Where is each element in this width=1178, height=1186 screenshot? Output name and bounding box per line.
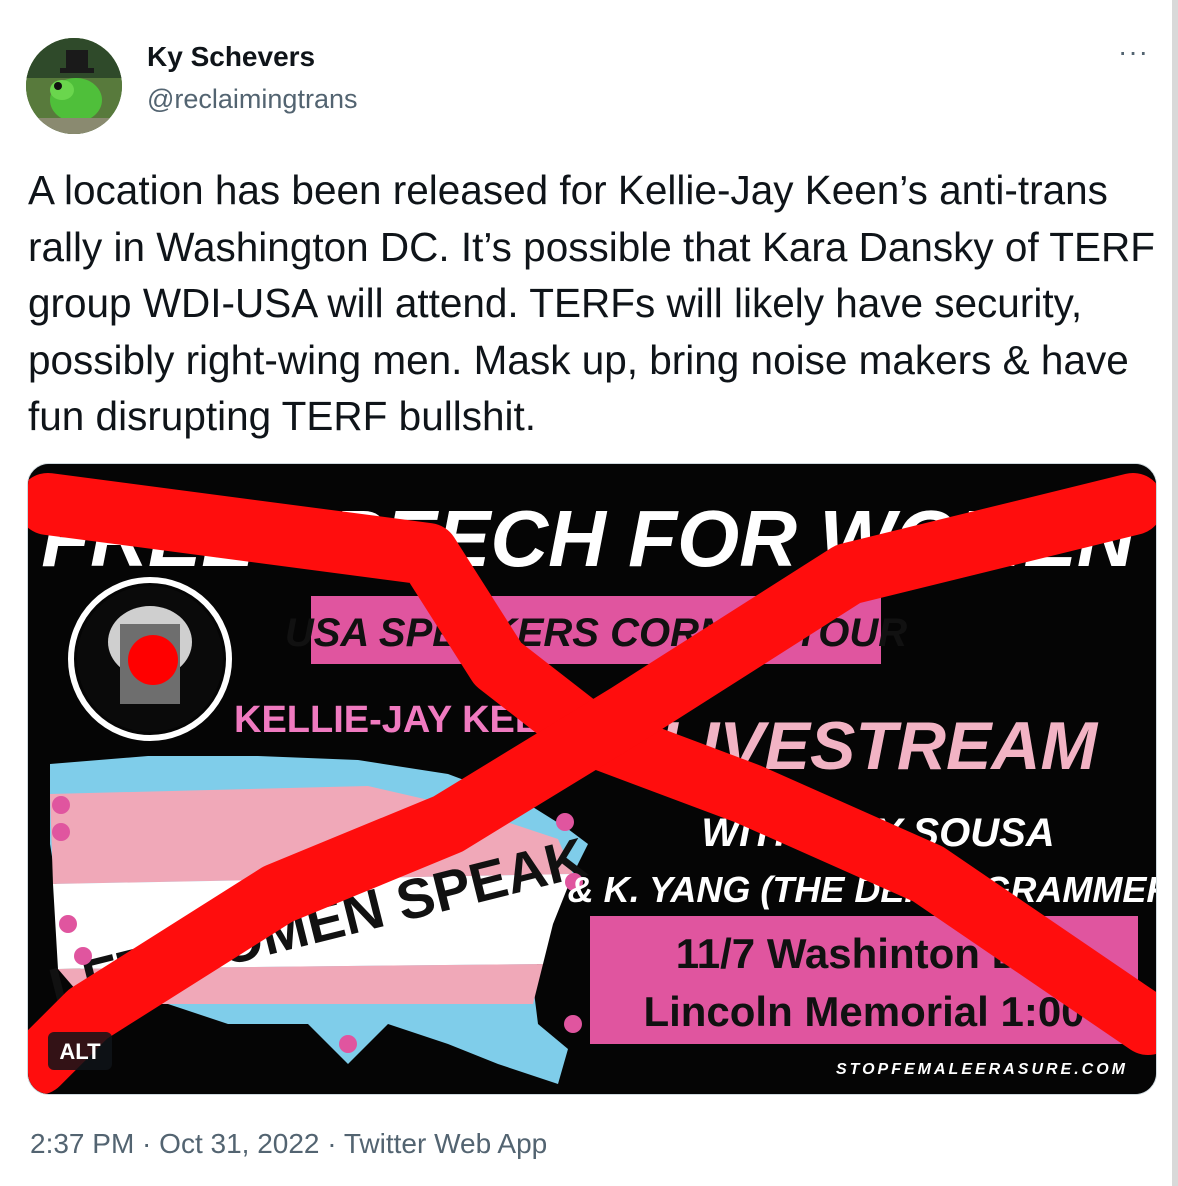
author-handle[interactable]: @reclaimingtrans — [147, 84, 357, 115]
window-edge — [1172, 0, 1178, 1186]
avatar[interactable] — [26, 38, 122, 134]
more-options-icon[interactable]: ··· — [1118, 36, 1149, 68]
tweet-image[interactable]: FREE SPEECH FOR WOMEN USA SPEAKERS CORNE… — [27, 463, 1157, 1095]
alt-badge[interactable]: ALT — [59, 1039, 101, 1064]
tweet-text: A location has been released for Kellie-… — [28, 167, 1155, 439]
image-event-line-2: Lincoln Memorial 1:00 — [643, 988, 1084, 1035]
image-website: STOPFEMALEERASURE.COM — [836, 1061, 1128, 1078]
tweet-timestamp[interactable]: 2:37 PM · Oct 31, 2022 · Twitter Web App — [30, 1128, 547, 1160]
author-name[interactable]: Ky Schevers — [147, 41, 315, 73]
